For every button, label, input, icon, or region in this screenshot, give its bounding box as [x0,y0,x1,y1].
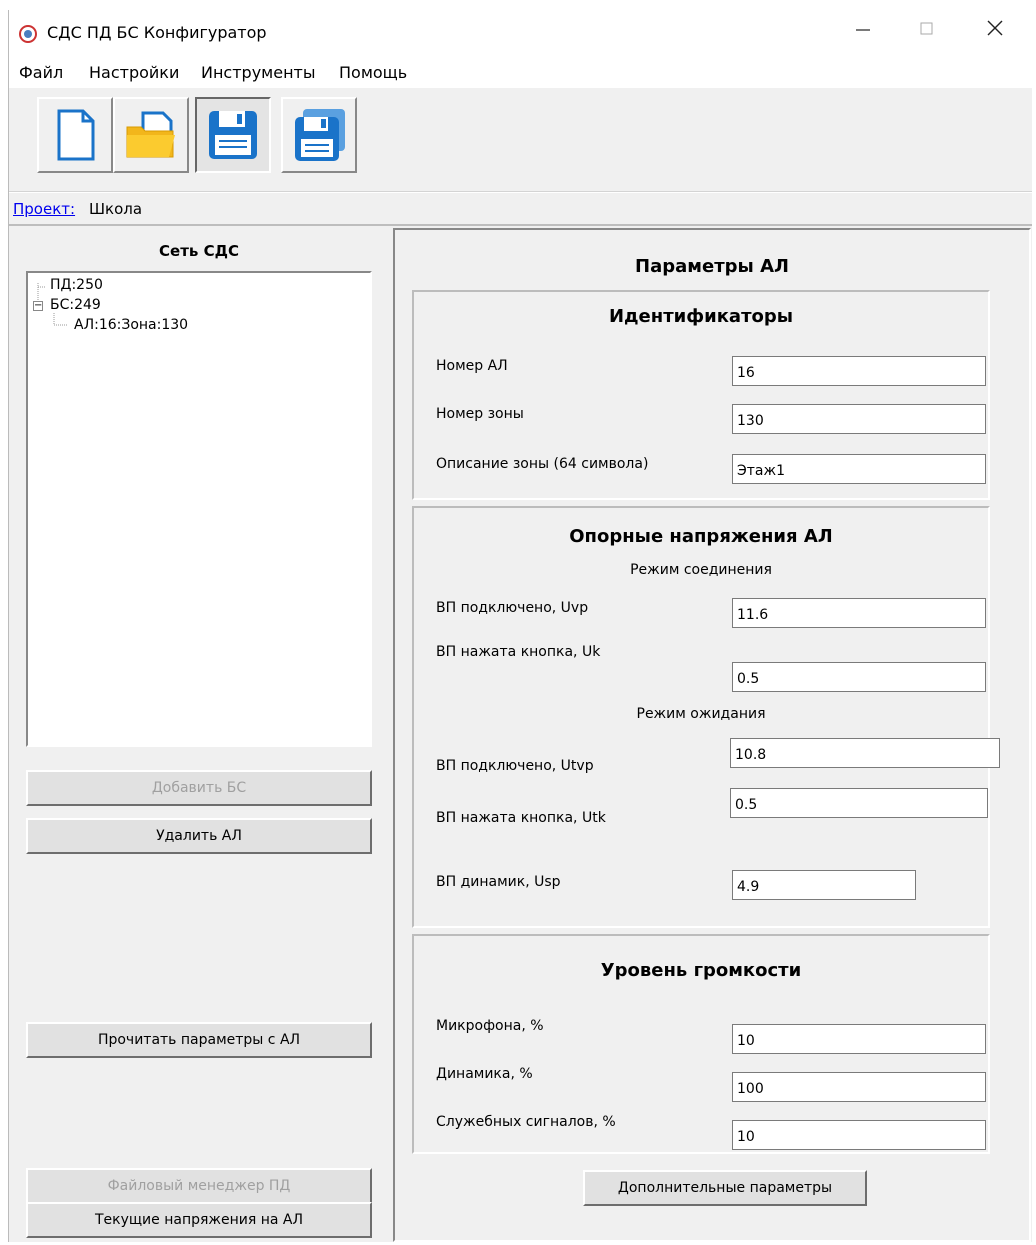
app-logo-icon [19,25,37,43]
project-link[interactable]: Проект: [13,200,75,218]
mic-input[interactable] [732,1024,986,1054]
speaker-input[interactable] [732,1072,986,1102]
tree-node-bs[interactable]: БС:249 [50,297,101,313]
close-button[interactable] [967,12,1023,52]
speaker-label: Динамика, % [436,1066,533,1082]
close-icon [987,20,1003,36]
identifiers-group: Идентификаторы Номер АЛ Номер зоны Описа… [412,290,990,500]
identifiers-title: Идентификаторы [608,306,794,327]
window-title: СДС ПД БС Конфигуратор [47,23,267,42]
uk-label: ВП нажата кнопка, Uk [436,644,601,660]
app-window: СДС ПД БС Конфигуратор Файл Настройки Ин… [8,10,1032,1242]
open-file-button[interactable] [113,97,189,173]
mic-label: Микрофона, % [436,1018,544,1034]
file-manager-button[interactable]: Файловый менеджер ПД [26,1168,372,1204]
title-bar: СДС ПД БС Конфигуратор [9,10,1032,56]
utk-input[interactable] [730,788,988,818]
zone-desc-label: Описание зоны (64 символа) [436,456,649,472]
usp-label: ВП динамик, Usp [436,874,561,890]
menu-bar: Файл Настройки Инструменты Помощь [9,56,1032,88]
current-voltages-button[interactable]: Текущие напряжения на АЛ [26,1202,372,1238]
uvp-label: ВП подключено, Uvp [436,600,589,616]
minimize-icon [856,29,870,31]
zone-number-input[interactable] [732,404,986,434]
utk-label: ВП нажата кнопка, Utk [436,810,606,826]
service-input[interactable] [732,1120,986,1150]
new-file-icon [57,109,95,161]
minimize-button[interactable] [835,12,891,52]
menu-settings[interactable]: Настройки [89,63,179,82]
network-title: Сеть СДС [159,242,239,260]
maximize-button[interactable] [899,12,955,52]
extra-params-button[interactable]: Дополнительные параметры [583,1170,867,1206]
add-bs-button[interactable]: Добавить БС [26,770,372,806]
save-icon [209,111,257,159]
menu-tools[interactable]: Инструменты [201,63,316,82]
menu-file[interactable]: Файл [19,63,63,82]
network-panel: Сеть СДС ПД:250 − БС:249 АЛ:16:Зона:130 … [9,226,389,1242]
al-number-label: Номер АЛ [436,358,508,374]
open-folder-icon [126,111,175,158]
zone-desc-input[interactable] [732,454,986,484]
utvp-input[interactable] [730,738,1000,768]
tree-node-pd[interactable]: ПД:250 [50,277,103,293]
save-as-icon [295,109,345,161]
uvp-input[interactable] [732,598,986,628]
voltages-title: Опорные напряжения АЛ [569,526,833,547]
usp-input[interactable] [732,870,916,900]
tree-node-al[interactable]: АЛ:16:Зона:130 [74,317,188,333]
service-label: Служебных сигналов, % [436,1114,616,1130]
al-number-input[interactable] [732,356,986,386]
save-button[interactable] [195,97,271,173]
utvp-label: ВП подключено, Utvp [436,758,594,774]
standby-mode-heading: Режим ожидания [636,706,766,722]
volume-title: Уровень громкости [600,960,802,981]
menu-help[interactable]: Помощь [339,63,407,82]
al-params-panel: Параметры АЛ Идентификаторы Номер АЛ Ном… [393,228,1031,1242]
save-as-button[interactable] [281,97,357,173]
new-file-button[interactable] [37,97,113,173]
toolbar [9,88,1032,192]
network-tree[interactable]: ПД:250 − БС:249 АЛ:16:Зона:130 [26,271,372,747]
uk-input[interactable] [732,662,986,692]
maximize-icon [920,22,933,35]
read-params-button[interactable]: Прочитать параметры с АЛ [26,1022,372,1058]
zone-number-label: Номер зоны [436,406,524,422]
params-title: Параметры АЛ [635,256,789,277]
voltages-group: Опорные напряжения АЛ Режим соединения В… [412,506,1000,928]
connection-mode-heading: Режим соединения [630,562,772,578]
volume-group: Уровень громкости Микрофона, % Динамика,… [412,934,990,1154]
collapse-icon[interactable]: − [33,301,43,311]
delete-al-button[interactable]: Удалить АЛ [26,818,372,854]
project-name: Школа [89,200,143,218]
project-bar: Проект: Школа [9,192,1032,226]
